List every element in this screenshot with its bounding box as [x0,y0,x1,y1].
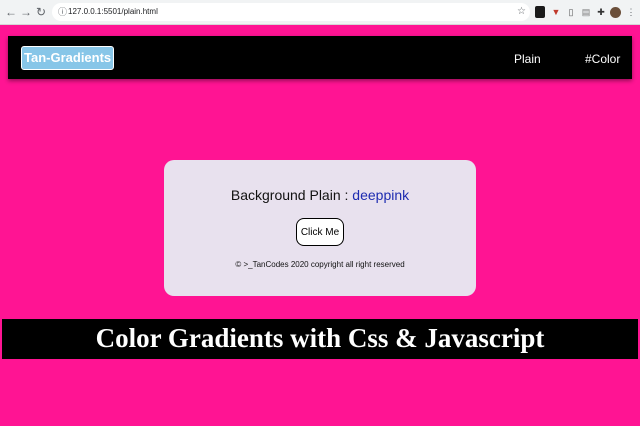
info-icon[interactable]: ⓘ [58,6,67,18]
bookmark-star-icon[interactable]: ☆ [517,5,526,19]
browser-toolbar: ← → ↻ ⓘ 127.0.0.1:5501/plain.html ☆ ▼ ▯ … [0,0,640,25]
copyright-text: © >_TanCodes 2020 copyright all right re… [235,260,405,269]
more-menu-icon[interactable]: ⋮ [626,6,636,18]
puzzle-icon[interactable]: ✚ [596,6,606,18]
extension-icon[interactable]: ▼ [551,6,561,18]
card-title-label: Background Plain : [230,187,349,203]
extension-icon[interactable]: ▯ [566,6,576,18]
url-text[interactable]: 127.0.0.1:5501/plain.html [68,5,158,19]
reload-icon[interactable]: ↻ [34,5,48,19]
address-bar[interactable]: ⓘ 127.0.0.1:5501/plain.html ☆ [52,3,530,21]
site-navbar: Tan-Gradients Plain #Color [8,36,632,79]
title-banner: Color Gradients with Css & Javascript [2,319,638,359]
back-icon[interactable]: ← [4,5,18,19]
card-title: Background Plain : deeppink [164,186,476,204]
color-card: Background Plain : deeppink Click Me © >… [164,160,476,296]
extension-icon[interactable]: ▤ [581,6,591,18]
avatar[interactable] [610,7,621,18]
nav-link-plain[interactable]: Plain [514,52,541,66]
forward-icon[interactable]: → [19,5,33,19]
color-value: deeppink [352,187,410,203]
brand-logo[interactable]: Tan-Gradients [21,46,115,70]
click-me-button[interactable]: Click Me [296,218,344,246]
nav-link-color[interactable]: #Color [585,52,620,66]
banner-title: Color Gradients with Css & Javascript [95,323,545,353]
extension-icon[interactable] [535,6,545,18]
